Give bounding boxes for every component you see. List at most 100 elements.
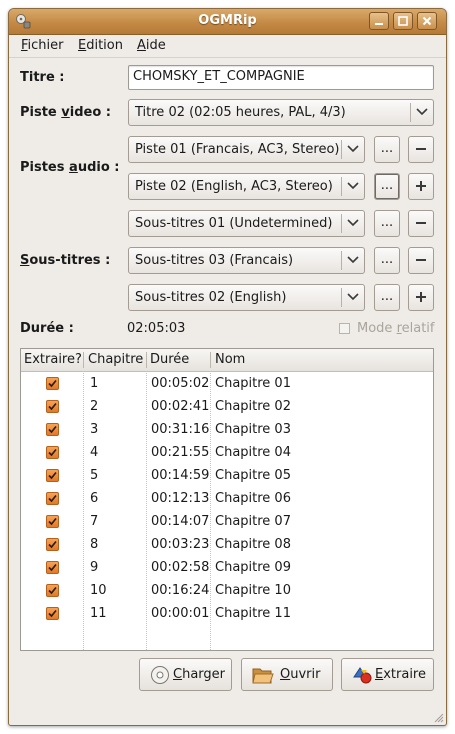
menu-fichier[interactable]: Fichier (21, 38, 64, 53)
column-separator[interactable] (83, 352, 84, 368)
chapter-name: Chapitre 09 (215, 560, 291, 575)
subtitle-track-add-button[interactable] (408, 284, 434, 311)
relative-mode-post: elatif (401, 321, 435, 336)
chapter-number: 1 (90, 376, 99, 391)
table-row[interactable]: 6 00:12:13 Chapitre 06 (21, 487, 433, 510)
extract-checkbox[interactable] (46, 561, 59, 574)
menu-edition-label: dition (86, 38, 123, 53)
chapter-number: 8 (90, 537, 99, 552)
open-button[interactable]: Ouvrir (241, 658, 333, 691)
extract-checkbox[interactable] (46, 607, 59, 620)
extract-checkbox[interactable] (46, 515, 59, 528)
minus-icon (416, 259, 426, 261)
table-row[interactable]: 5 00:14:59 Chapitre 05 (21, 464, 433, 487)
audio-track-add-button[interactable] (408, 173, 434, 200)
audio-label-post: udio : (77, 160, 120, 175)
table-row[interactable]: 3 00:31:16 Chapitre 03 (21, 418, 433, 441)
column-header-extract[interactable]: Extraire? (24, 352, 82, 367)
chapter-name: Chapitre 05 (215, 468, 291, 483)
extract-checkbox[interactable] (46, 446, 59, 459)
checkmark-icon (48, 379, 57, 388)
chapter-name: Chapitre 06 (215, 491, 291, 506)
extract-checkbox[interactable] (46, 423, 59, 436)
resize-grip-icon[interactable] (434, 713, 444, 723)
checkmark-icon (48, 402, 57, 411)
menu-edition[interactable]: Edition (78, 38, 123, 53)
chapter-duration: 00:16:24 (151, 583, 210, 598)
combo-separator (341, 251, 342, 270)
audio-track-1-options-button[interactable]: ... (374, 136, 400, 163)
extract-button[interactable]: Extraire (341, 658, 434, 691)
checkmark-icon (48, 609, 57, 618)
subs-label-accel: S (20, 253, 30, 268)
chapter-number: 7 (90, 514, 99, 529)
column-header-duration[interactable]: Durée (150, 352, 189, 367)
subtitle-track-2-options-button[interactable]: ... (374, 247, 400, 274)
subtitle-track-select-3[interactable]: Sous-titres 02 (English) (128, 284, 365, 311)
audio-track-select-2[interactable]: Piste 02 (English, AC3, Stereo) (128, 173, 365, 200)
table-row[interactable]: 7 00:14:07 Chapitre 07 (21, 510, 433, 533)
chapter-number: 3 (90, 422, 99, 437)
video-track-select[interactable]: Titre 02 (02:05 heures, PAL, 4/3) (128, 99, 434, 126)
column-header-name[interactable]: Nom (215, 352, 245, 367)
combo-separator (410, 103, 411, 122)
chapter-number: 11 (90, 606, 107, 621)
table-row[interactable]: 9 00:02:58 Chapitre 09 (21, 556, 433, 579)
close-button[interactable] (417, 12, 437, 30)
video-track-label: Piste video : (20, 105, 111, 120)
subtitle-track-select-2[interactable]: Sous-titres 03 (Francais) (128, 247, 365, 274)
load-button[interactable]: Charger (139, 658, 232, 691)
subtitle-track-1-options-button[interactable]: ... (374, 210, 400, 237)
subtitle-track-3-options-button[interactable]: ... (374, 284, 400, 311)
video-label-accel: v (61, 105, 70, 120)
table-row[interactable]: 1 00:05:02 Chapitre 01 (21, 372, 433, 395)
minimize-button[interactable] (369, 12, 389, 30)
chapter-number: 9 (90, 560, 99, 575)
maximize-button[interactable] (393, 12, 413, 30)
table-row[interactable]: 2 00:02:41 Chapitre 02 (21, 395, 433, 418)
maximize-icon (398, 16, 408, 26)
subtitle-track-value-1: Sous-titres 01 (Undetermined) (135, 216, 333, 231)
menu-aide[interactable]: Aide (137, 38, 166, 53)
column-header-chapter[interactable]: Chapitre (88, 352, 143, 367)
audio-track-1-remove-button[interactable] (408, 136, 434, 163)
duration-label: Durée : (20, 321, 74, 336)
column-separator[interactable] (146, 352, 147, 368)
extract-checkbox[interactable] (46, 538, 59, 551)
extract-checkbox[interactable] (46, 469, 59, 482)
table-row[interactable]: 10 00:16:24 Chapitre 10 (21, 579, 433, 602)
chapters-list[interactable]: Extraire? Chapitre Durée Nom 1 00:05:02 Ch… (20, 348, 434, 651)
column-separator[interactable] (210, 352, 211, 368)
title-bar[interactable]: OGMRip (9, 9, 446, 35)
checkmark-icon (48, 563, 57, 572)
folder-open-icon (252, 668, 274, 684)
extract-checkbox[interactable] (46, 584, 59, 597)
relative-mode-pre: Mode (357, 321, 397, 336)
subtitle-track-select-1[interactable]: Sous-titres 01 (Undetermined) (128, 210, 365, 237)
chevron-down-icon (416, 108, 428, 116)
chapter-name: Chapitre 03 (215, 422, 291, 437)
chapter-duration: 00:05:02 (151, 376, 210, 391)
audio-track-select-1[interactable]: Piste 01 (Francais, AC3, Stereo) (128, 136, 365, 163)
table-row[interactable]: 4 00:21:55 Chapitre 04 (21, 441, 433, 464)
chevron-down-icon (347, 293, 359, 301)
extract-checkbox[interactable] (46, 492, 59, 505)
combo-separator (341, 288, 342, 307)
table-row[interactable]: 8 00:03:23 Chapitre 08 (21, 533, 433, 556)
subtitle-track-2-remove-button[interactable] (408, 247, 434, 274)
extract-checkbox[interactable] (46, 400, 59, 413)
open-button-label: Ouvrir (280, 667, 320, 682)
chevron-down-icon (347, 145, 359, 153)
extract-rest: xtraire (383, 667, 426, 682)
audio-track-2-options-button[interactable]: ... (374, 173, 400, 200)
subtitle-track-1-remove-button[interactable] (408, 210, 434, 237)
plus-icon (416, 181, 426, 191)
audio-label-accel: a (69, 160, 78, 175)
chapter-duration: 00:31:16 (151, 422, 210, 437)
chapters-header: Extraire? Chapitre Durée Nom (21, 349, 433, 372)
chevron-down-icon (347, 256, 359, 264)
relative-mode-checkbox[interactable] (339, 323, 350, 334)
table-row[interactable]: 11 00:00:01 Chapitre 11 (21, 602, 433, 625)
extract-checkbox[interactable] (46, 377, 59, 390)
title-field[interactable]: CHOMSKY_ET_COMPAGNIE (128, 65, 434, 90)
